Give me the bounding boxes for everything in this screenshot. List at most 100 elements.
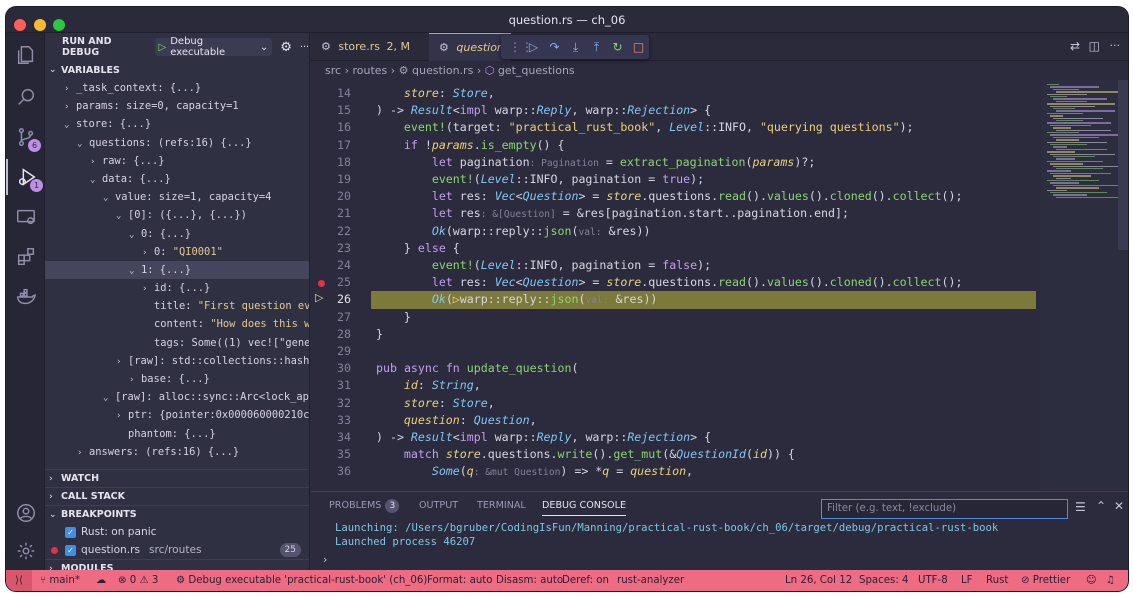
variable-row[interactable]: content: "How does this work?" [45, 315, 309, 333]
remote-explorer-icon[interactable] [6, 199, 45, 235]
console-filter-input[interactable]: Filter (e.g. text, !exclude) [821, 499, 1068, 519]
variable-row[interactable]: ⌄ data: {...} [45, 170, 309, 188]
line-number[interactable]: 15 [311, 103, 351, 117]
encoding-status[interactable]: UTF-8 [918, 570, 948, 591]
console-prompt[interactable]: › [323, 553, 327, 566]
sync-icon[interactable]: ☁ [96, 570, 106, 591]
line-number[interactable]: 24 [311, 258, 351, 272]
stop-icon[interactable]: □ [628, 40, 649, 54]
line-number[interactable]: 20 [311, 189, 351, 203]
close-window-button[interactable] [14, 19, 26, 31]
more-actions-icon[interactable]: ··· [1110, 39, 1121, 52]
line-number[interactable]: 33 [311, 413, 351, 427]
manage-gear-icon[interactable] [6, 533, 45, 569]
code-line[interactable]: ) -> Result<impl warp::Reply, warp::Reje… [376, 430, 711, 444]
editor-scrollbar-thumb[interactable] [1118, 80, 1128, 250]
variable-row[interactable]: title: "First question ever asked" [45, 297, 309, 315]
code-line[interactable]: let res: Vec<Question> = store.questions… [376, 189, 963, 203]
source-control-icon[interactable]: 6 [6, 119, 45, 155]
code-line[interactable]: } else { [376, 241, 460, 255]
variable-row[interactable]: › id: {...} [45, 279, 309, 297]
code-line[interactable]: ) -> Result<impl warp::Reply, warp::Reje… [376, 103, 711, 117]
breadcrumb-item[interactable]: routes [352, 64, 387, 77]
code-line[interactable]: event!(Level::INFO, pagination = false); [376, 258, 711, 272]
chevron-down-icon[interactable]: ⌄ [103, 389, 115, 406]
line-number[interactable]: 22 [311, 224, 351, 238]
variable-row[interactable]: ›ptr: {pointer:0x000060000210c0f0} [45, 406, 309, 424]
breakpoint-checkbox[interactable]: ✓ [65, 526, 76, 538]
breakpoint-item-question-rs[interactable]: ✓ question.rs src/routes 25 [45, 541, 309, 559]
chevron-right-icon[interactable]: › [64, 98, 76, 115]
indentation-status[interactable]: Spaces: 4 [859, 570, 909, 591]
chevron-right-icon[interactable]: › [64, 80, 76, 97]
line-number[interactable]: 17 [311, 138, 351, 152]
prettier-status[interactable]: ⊘ Prettier [1021, 570, 1070, 591]
code-line[interactable]: store: Store, [376, 396, 495, 410]
variable-row[interactable]: › raw: {...} [45, 152, 309, 170]
line-number[interactable]: 19 [311, 172, 351, 186]
line-number[interactable]: 27 [311, 310, 351, 324]
chevron-down-icon[interactable]: ⌄ [103, 189, 115, 206]
variable-row[interactable]: ⌄ store: {...} [45, 115, 309, 133]
line-number[interactable]: 30 [311, 361, 351, 375]
close-panel-icon[interactable]: ✕ [1114, 499, 1124, 513]
line-number[interactable]: 25 [311, 275, 351, 289]
variable-row[interactable]: ⌄ questions: (refs:16) {...} [45, 134, 309, 152]
chevron-down-icon[interactable]: ⌄ [77, 135, 89, 152]
line-number[interactable]: 14 [311, 86, 351, 100]
explorer-icon[interactable] [6, 37, 45, 73]
disasm-status[interactable]: Disasm: auto [496, 570, 563, 591]
variables-section-header[interactable]: ⌄ VARIABLES [45, 61, 309, 79]
code-line[interactable]: Ok(warp::reply::json(val: &res)) [376, 224, 651, 238]
line-number[interactable]: 36 [311, 464, 351, 478]
chevron-right-icon[interactable]: › [77, 444, 89, 461]
code-line[interactable]: store: Store, [376, 86, 495, 100]
continue-icon[interactable]: ▷ [523, 40, 544, 54]
deref-status[interactable]: Deref: on [562, 570, 609, 591]
line-number[interactable]: 34 [311, 430, 351, 444]
rust-analyzer-status[interactable]: rust-analyzer [617, 570, 684, 591]
variable-row[interactable]: › params: size=0, capacity=1 [45, 97, 309, 115]
line-number[interactable]: 21 [311, 206, 351, 220]
chevron-right-icon[interactable]: › [142, 244, 154, 261]
debug-config-dropdown[interactable]: ▷ Debug executable ⌄ [154, 36, 273, 58]
step-into-icon[interactable]: ⤓ [565, 40, 586, 55]
chevron-down-icon[interactable]: ⌄ [90, 171, 102, 188]
variable-row[interactable]: ⌄ [0]: ({...}, {...}) [45, 206, 309, 224]
more-actions-icon[interactable]: ··· [300, 42, 309, 53]
line-number[interactable]: 29 [311, 344, 351, 358]
chevron-right-icon[interactable]: › [90, 153, 102, 170]
code-line[interactable]: id: String, [376, 378, 481, 392]
code-line[interactable]: question: Question, [376, 413, 537, 427]
step-over-icon[interactable]: ↷ [544, 40, 565, 54]
debug-session-status[interactable]: ⚙ Debug executable 'practical-rust-book'… [176, 570, 427, 591]
breadcrumb-item[interactable]: src [325, 64, 341, 77]
minimize-window-button[interactable] [33, 19, 46, 31]
format-status[interactable]: Format: auto [427, 570, 493, 591]
branch-status[interactable]: ⑂ main* [40, 570, 80, 591]
code-line[interactable]: let res: Vec<Question> = store.questions… [376, 275, 963, 289]
variable-row[interactable]: › base: {...} [45, 370, 309, 388]
search-icon[interactable] [6, 79, 45, 115]
breadcrumb-item[interactable]: get_questions [498, 64, 575, 77]
tab-question-rs[interactable]: ⚙ question. [429, 33, 511, 61]
variable-row[interactable]: ›[raw]: std::collections::hash::map::H… [45, 352, 309, 370]
chevron-down-icon[interactable]: ⌄ [64, 116, 76, 133]
tab-debug-console[interactable]: DEBUG CONSOLE [542, 496, 627, 516]
code-line[interactable]: match store.questions.write().get_mut(&Q… [376, 447, 795, 461]
code-line[interactable]: let pagination: Pagination = extract_pag… [376, 155, 815, 169]
debug-settings-gear-icon[interactable]: ⚙ [280, 40, 292, 55]
variable-row[interactable]: › answers: (refs:16) {...} [45, 443, 309, 461]
code-editor[interactable]: 14 store: Store, 15 ) -> Result<impl warp:… [311, 80, 1041, 490]
language-status[interactable]: Rust [986, 570, 1008, 591]
chevron-down-icon[interactable]: ⌄ [129, 262, 141, 279]
chevron-down-icon[interactable]: ⌄ [129, 226, 141, 243]
breakpoint-checkbox[interactable]: ✓ [65, 544, 76, 556]
eol-status[interactable]: LF [961, 570, 973, 591]
code-line[interactable]: event!(target: "practical_rust_book", Le… [376, 120, 914, 134]
code-line[interactable]: } [376, 310, 411, 324]
code-line[interactable]: event!(Level::INFO, pagination = true); [376, 172, 704, 186]
call-stack-section-header[interactable]: › CALL STACK [45, 487, 309, 505]
drag-handle-icon[interactable]: ⋮⋮ [509, 40, 533, 54]
code-line[interactable]: pub async fn update_question( [376, 361, 578, 375]
